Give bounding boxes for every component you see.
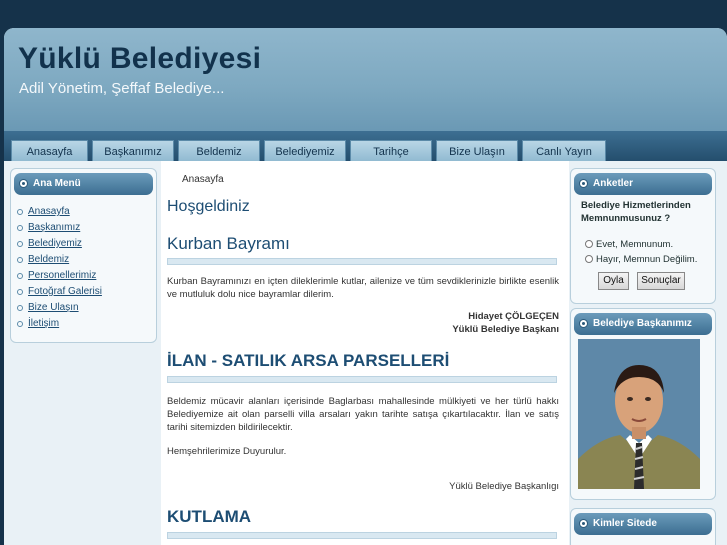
section-title-kutlama[interactable]: KUTLAMA — [167, 507, 251, 527]
section-title-kurban[interactable]: Kurban Bayramı — [167, 234, 290, 254]
signature-name: Hidayet ÇÖLGEÇEN — [468, 311, 559, 322]
section-body-ilan: Beldemiz mücavir alanları içerisinde Bag… — [167, 396, 559, 433]
main-nav: Anasayfa Başkanımız Beldemiz Belediyemiz… — [4, 131, 727, 162]
page-frame: Yüklü Belediyesi Adil Yönetim, Şeffaf Be… — [4, 28, 727, 545]
menu-item-anasayfa[interactable]: Anasayfa — [17, 206, 70, 217]
nav-tab-tarihce[interactable]: Tarihçe — [350, 140, 432, 162]
main-menu-box: Ana Menü Anasayfa Başkanımız Belediyemiz… — [10, 168, 157, 343]
poll-box: Anketler Belediye Hizmetlerinden Memnunm… — [570, 168, 716, 304]
main-menu-header: Ana Menü — [14, 173, 153, 195]
poll-option-radio-no[interactable] — [585, 255, 593, 263]
mayor-portrait-icon — [578, 339, 700, 489]
section-divider — [167, 532, 557, 539]
menu-item-fotograf-galerisi[interactable]: Fotoğraf Galerisi — [17, 286, 102, 297]
nav-tab-anasayfa[interactable]: Anasayfa — [11, 140, 88, 162]
poll-question: Belediye Hizmetlerinden Memnunmusunuz ? — [581, 200, 691, 224]
poll-option-radio-yes[interactable] — [585, 240, 593, 248]
vote-button[interactable]: Oyla — [598, 272, 629, 290]
main-menu-title: Ana Menü — [33, 178, 81, 189]
main-content: Anasayfa Hoşgeldiniz Kurban Bayramı Kurb… — [161, 161, 569, 545]
bullet-icon — [19, 179, 28, 188]
welcome-heading: Hoşgeldiniz — [167, 198, 250, 215]
section-title-ilan[interactable]: İLAN - SATILIK ARSA PARSELLERİ — [167, 351, 449, 371]
nav-tab-bize-ulasin[interactable]: Bize Ulaşın — [436, 140, 518, 162]
bullet-icon — [579, 319, 588, 328]
online-title: Kimler Sitede — [593, 518, 657, 529]
menu-item-bize-ulasin[interactable]: Bize Ulaşın — [17, 302, 79, 313]
nav-tab-canli-yayin[interactable]: Canlı Yayın — [522, 140, 606, 162]
signature-title: Yüklü Belediye Başkanı — [452, 324, 559, 335]
mayor-header: Belediye Başkanımız — [574, 313, 712, 335]
menu-item-beldemiz[interactable]: Beldemiz — [17, 254, 69, 265]
mayor-box: Belediye Başkanımız — [570, 308, 716, 500]
mayor-title: Belediye Başkanımız — [593, 318, 692, 329]
breadcrumb[interactable]: Anasayfa — [182, 174, 224, 185]
results-button[interactable]: Sonuçlar — [637, 272, 685, 290]
poll-option-label-no[interactable]: Hayır, Memnun Değilim. — [596, 254, 697, 265]
poll-header: Anketler — [574, 173, 712, 195]
site-title: Yüklü Belediyesi — [18, 42, 262, 75]
menu-item-belediyemiz[interactable]: Belediyemiz — [17, 238, 82, 249]
menu-item-personellerimiz[interactable]: Personellerimiz — [17, 270, 96, 281]
nav-tab-baskanimiz[interactable]: Başkanımız — [92, 140, 174, 162]
site-subtitle: Adil Yönetim, Şeffaf Belediye... — [19, 80, 225, 97]
nav-tab-belediyemiz[interactable]: Belediyemiz — [264, 140, 346, 162]
menu-item-iletisim[interactable]: İletişim — [17, 318, 59, 329]
section-divider — [167, 376, 557, 383]
section-divider — [167, 258, 557, 265]
poll-title: Anketler — [593, 178, 634, 189]
poll-option-label-yes[interactable]: Evet, Memnunum. — [596, 239, 673, 250]
section-note-ilan: Hemşehrilerimize Duyurulur. — [167, 446, 287, 457]
signature-ilan: Yüklü Belediye Başkanlıgı — [449, 481, 559, 492]
section-body-kurban: Kurban Bayramınızı en içten dileklerimle… — [167, 276, 559, 300]
menu-item-baskanimiz[interactable]: Başkanımız — [17, 222, 80, 233]
mayor-photo — [578, 339, 700, 489]
online-box: Kimler Sitede — [570, 508, 716, 545]
bullet-icon — [579, 179, 588, 188]
nav-tab-beldemiz[interactable]: Beldemiz — [178, 140, 260, 162]
bullet-icon — [579, 519, 588, 528]
online-header: Kimler Sitede — [574, 513, 712, 535]
